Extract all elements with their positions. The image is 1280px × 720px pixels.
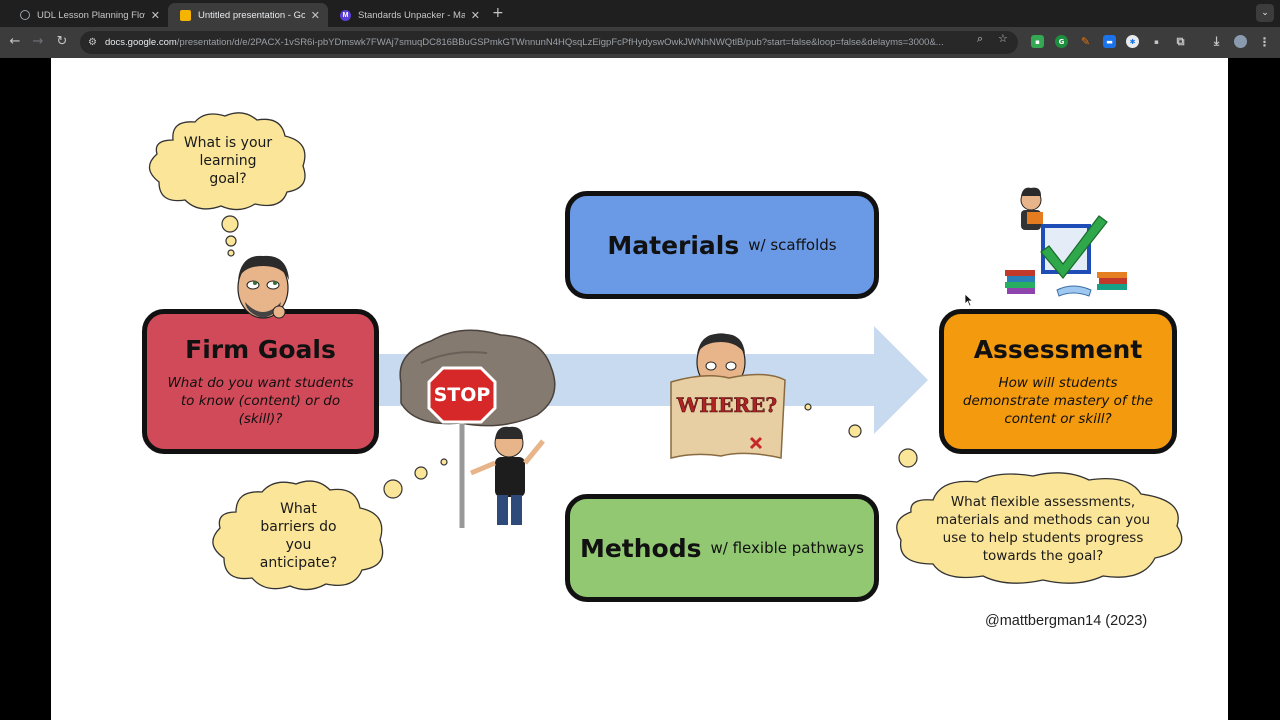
- assessment-checkmark-books-image: [1005, 187, 1127, 297]
- menu-kebab-icon[interactable]: ⋮: [1258, 35, 1271, 49]
- extensions-puzzle-icon[interactable]: ⧉: [1174, 35, 1187, 48]
- site-settings-icon[interactable]: ⚙: [88, 37, 97, 48]
- extension-icon-active[interactable]: ✱: [1126, 35, 1139, 48]
- magicschool-icon: M: [340, 9, 351, 21]
- thought-cloud-learning-goal: What is your learning goal?: [143, 110, 313, 212]
- new-tab-button[interactable]: +: [492, 5, 504, 21]
- firm-goals-title: Firm Goals: [185, 335, 336, 364]
- cloud-text: What barriers do you anticipate?: [259, 500, 338, 571]
- methods-box: Methods w/ flexible pathways: [565, 494, 879, 602]
- tab-search-button[interactable]: ⌄: [1256, 4, 1274, 22]
- assessment-title: Assessment: [973, 335, 1143, 364]
- where-map-avatar-image: WHERE?: [670, 333, 786, 459]
- google-slides-icon: [180, 9, 191, 21]
- cloud-text: What flexible assessments, materials and…: [935, 494, 1151, 564]
- back-icon[interactable]: ←: [7, 34, 23, 49]
- tab-udl-flowchart[interactable]: UDL Lesson Planning Flowch ✕: [8, 3, 168, 27]
- tab-title: Untitled presentation - Goog: [198, 9, 305, 21]
- globe-icon: [20, 10, 30, 20]
- materials-title: Materials: [607, 230, 740, 260]
- profile-avatar[interactable]: [1234, 35, 1247, 48]
- extension-icon-small[interactable]: ▪: [1150, 35, 1163, 48]
- extension-icon-green[interactable]: ▪: [1031, 35, 1044, 48]
- url-path: /presentation/d/e/2PACX-1vSR6i-pbYDmswk7…: [176, 37, 944, 48]
- browser-toolbar: ← → ↻ ⚙ docs.google.com /presentation/d/…: [0, 27, 1280, 58]
- methods-suffix: w/ flexible pathways: [710, 539, 865, 557]
- bookmark-star-icon[interactable]: ☆: [998, 32, 1008, 45]
- mouse-cursor-icon: [964, 293, 974, 307]
- tab-title: Standards Unpacker - Magic: [358, 9, 465, 21]
- extension-icon-blue[interactable]: ▬: [1103, 35, 1116, 48]
- url-host: docs.google.com: [104, 37, 177, 48]
- forward-icon[interactable]: →: [30, 34, 46, 49]
- extension-icon-grammarly[interactable]: G: [1055, 35, 1068, 48]
- zoom-icon[interactable]: ⌕: [977, 32, 983, 46]
- close-tab-icon[interactable]: ✕: [311, 9, 320, 22]
- materials-box: Materials w/ scaffolds: [565, 191, 879, 299]
- download-icon[interactable]: ⤓: [1210, 34, 1223, 48]
- rock-and-stop-sign-image: STOP: [399, 329, 556, 528]
- tab-title: UDL Lesson Planning Flowch: [37, 9, 145, 21]
- cloud-text: What is your learning goal?: [183, 135, 273, 187]
- close-tab-icon[interactable]: ✕: [471, 9, 480, 22]
- thinking-avatar-image: [237, 255, 289, 319]
- tab-standards-unpacker[interactable]: M Standards Unpacker - Magic ✕: [328, 3, 488, 27]
- extension-icon-pen[interactable]: ✎: [1079, 35, 1092, 48]
- stop-sign-text: STOP: [434, 384, 491, 406]
- browser-tab-bar: UDL Lesson Planning Flowch ✕ Untitled pr…: [0, 0, 1280, 27]
- methods-title: Methods: [579, 533, 702, 563]
- where-sign-text: WHERE?: [676, 393, 777, 417]
- close-tab-icon[interactable]: ✕: [151, 9, 160, 22]
- thought-cloud-flexible: What flexible assessments, materials and…: [893, 470, 1193, 588]
- assessment-subtitle: How will students demonstrate mastery of…: [962, 375, 1154, 427]
- firm-goals-subtitle: What do you want students to know (conte…: [167, 375, 354, 427]
- address-bar[interactable]: ⚙ docs.google.com /presentation/d/e/2PAC…: [80, 31, 1018, 54]
- presentation-slide: What is your learning goal? What barrier…: [51, 58, 1228, 720]
- author-credit: @mattbergman14 (2023): [985, 613, 1148, 629]
- thought-cloud-barriers: What barriers do you anticipate?: [206, 478, 391, 593]
- reload-icon[interactable]: ↻: [54, 34, 70, 49]
- assessment-box: Assessment How will students demonstrate…: [939, 309, 1177, 454]
- tab-untitled-presentation[interactable]: Untitled presentation - Goog ✕: [168, 3, 328, 27]
- firm-goals-box: Firm Goals What do you want students to …: [142, 309, 379, 454]
- materials-suffix: w/ scaffolds: [748, 236, 837, 254]
